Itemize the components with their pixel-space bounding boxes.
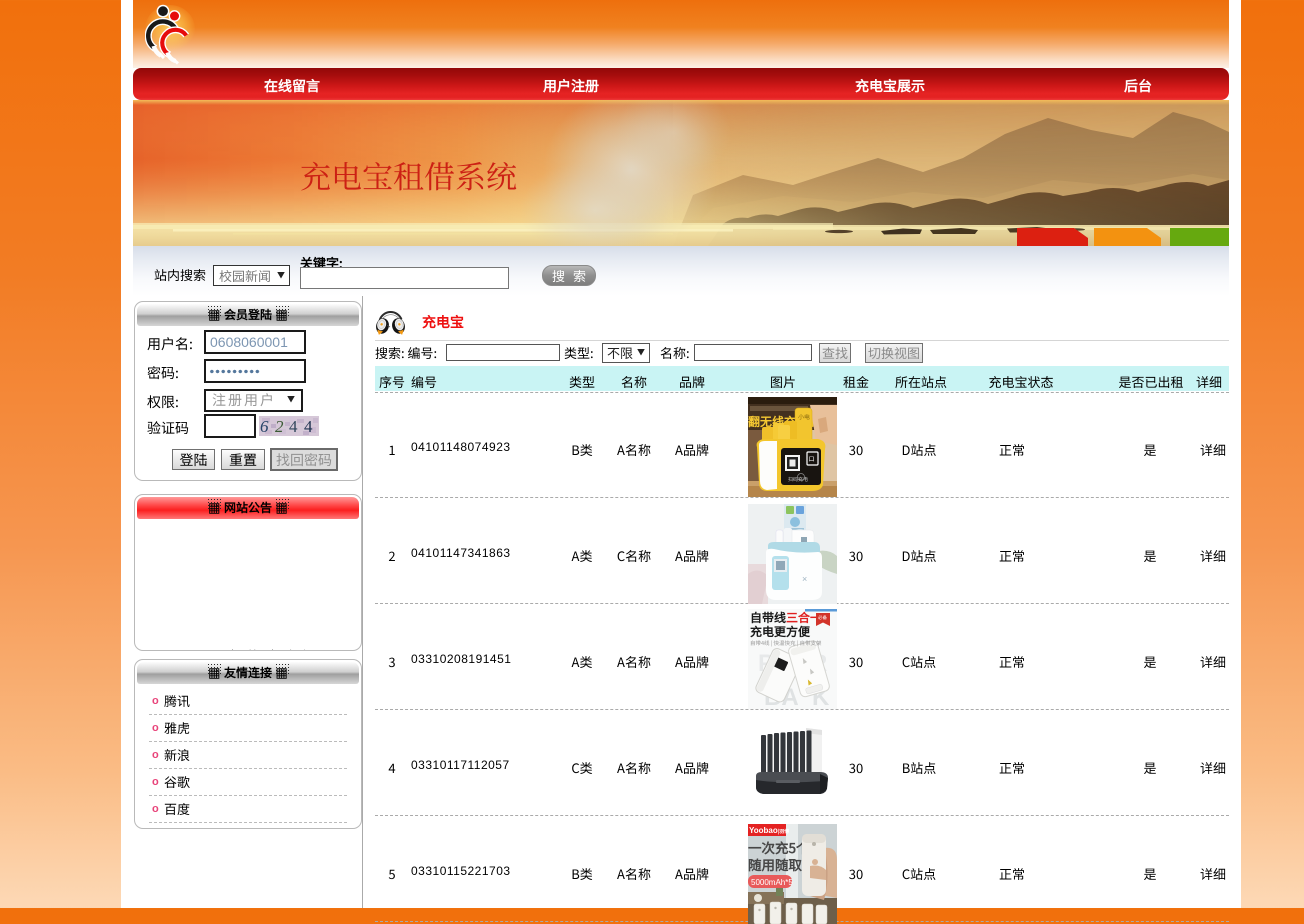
svg-text:×: × — [802, 574, 807, 584]
svg-text:4: 4 — [304, 417, 313, 436]
svg-text:5000mAh*5: 5000mAh*5 — [751, 878, 793, 887]
svg-text:6: 6 — [260, 417, 269, 436]
svg-text:小电: 小电 — [798, 412, 810, 421]
svg-text:2: 2 — [275, 417, 284, 436]
svg-text:自带4线 | 快温快充 | 自带支架: 自带4线 | 快温快充 | 自带支架 — [750, 639, 822, 647]
svg-text:充电更方便: 充电更方便 — [750, 623, 811, 640]
svg-text:4: 4 — [289, 417, 298, 436]
svg-text:必备: 必备 — [818, 615, 827, 621]
svg-text:口: 口 — [809, 454, 815, 463]
svg-text:Yoobao|羽博: Yoobao|羽博 — [749, 826, 789, 835]
svg-text:随用随取: 随用随取 — [748, 854, 802, 874]
svg-text:充电宝租借系统: 充电宝租借系统 — [300, 152, 517, 197]
